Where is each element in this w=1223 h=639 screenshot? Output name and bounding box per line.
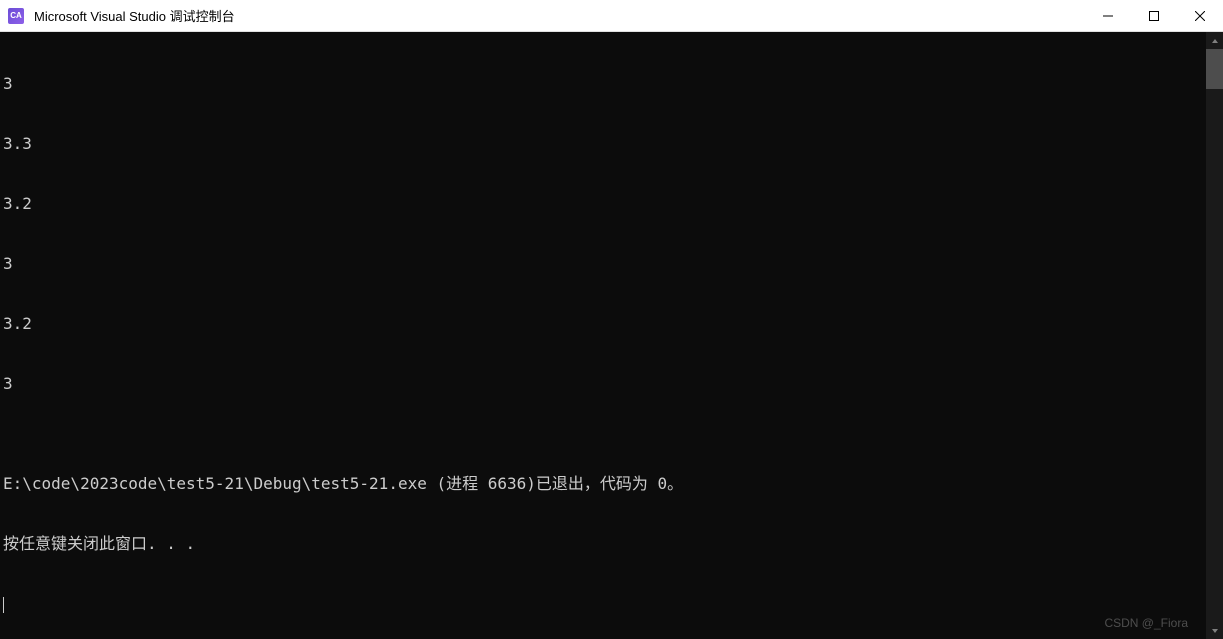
console-line: E:\code\2023code\test5-21\Debug\test5-21… bbox=[3, 474, 1206, 494]
console-line: 3.2 bbox=[3, 314, 1206, 334]
window-title: Microsoft Visual Studio 调试控制台 bbox=[32, 6, 1085, 25]
scroll-down-button[interactable] bbox=[1206, 622, 1223, 639]
content-wrapper: 3 3.3 3.2 3 3.2 3 E:\code\2023code\test5… bbox=[0, 32, 1223, 639]
titlebar[interactable]: CA Microsoft Visual Studio 调试控制台 bbox=[0, 0, 1223, 32]
console-line: 3 bbox=[3, 74, 1206, 94]
console-line: 3.2 bbox=[3, 194, 1206, 214]
window-controls bbox=[1085, 0, 1223, 31]
close-button[interactable] bbox=[1177, 0, 1223, 31]
console-line: 按任意键关闭此窗口. . . bbox=[3, 534, 1206, 554]
scrollbar-thumb[interactable] bbox=[1206, 49, 1223, 89]
minimize-button[interactable] bbox=[1085, 0, 1131, 31]
console-output[interactable]: 3 3.3 3.2 3 3.2 3 E:\code\2023code\test5… bbox=[0, 32, 1206, 639]
console-line: 3 bbox=[3, 254, 1206, 274]
console-line: 3 bbox=[3, 374, 1206, 394]
app-icon: CA bbox=[8, 8, 24, 24]
watermark-text: CSDN @_Fiora bbox=[1104, 613, 1188, 633]
app-window: CA Microsoft Visual Studio 调试控制台 3 3.3 3… bbox=[0, 0, 1223, 639]
maximize-button[interactable] bbox=[1131, 0, 1177, 31]
console-cursor-line bbox=[3, 594, 1206, 614]
scroll-up-button[interactable] bbox=[1206, 32, 1223, 49]
console-line: 3.3 bbox=[3, 134, 1206, 154]
text-cursor bbox=[3, 597, 4, 613]
vertical-scrollbar[interactable] bbox=[1206, 32, 1223, 639]
